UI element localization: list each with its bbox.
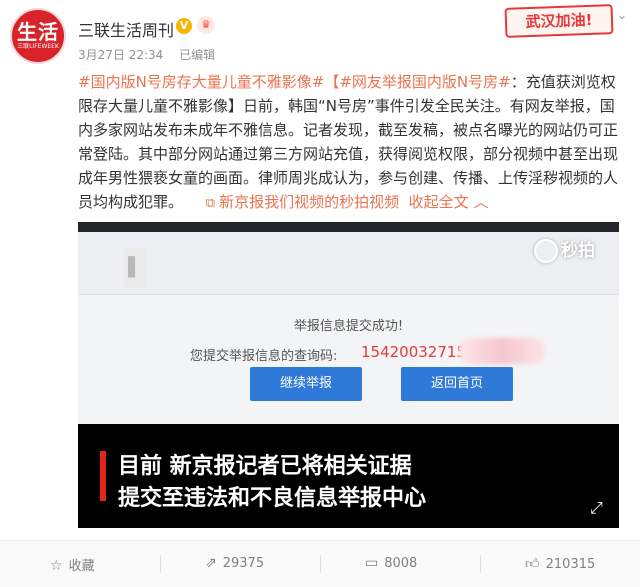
post-header: 生活 三联LIFEWEEK 三联生活周刊 V ♛ 3月27日 22:34 已编辑… xyxy=(0,0,640,72)
repost-button[interactable]: ⇗ 29375 xyxy=(205,555,264,571)
like-count: 210315 xyxy=(545,557,596,572)
video-link-icon: ⧉ xyxy=(205,196,216,211)
promo-tag: 武汉加油! xyxy=(504,4,614,38)
video-link-label: 新京报我们视频的秒拍视频 xyxy=(219,193,400,211)
hashtag-link-1[interactable]: #国内版N号房存大量儿童不雅影像# xyxy=(78,73,324,91)
divider xyxy=(160,555,161,573)
like-button[interactable]: 👍︎ 210315 xyxy=(525,555,595,572)
post-body: #国内版N号房存大量儿童不雅影像#【#网友举报国内版N号房#：充值获浏览权限存大… xyxy=(78,70,626,216)
comment-button[interactable]: ▭ 8008 xyxy=(365,555,417,571)
avatar[interactable]: 生活 三联LIFEWEEK xyxy=(10,8,66,64)
video-top-bar xyxy=(78,222,619,232)
miaopai-logo-icon xyxy=(534,239,558,263)
query-code-label: 您提交举报信息的查询码: xyxy=(190,349,338,364)
blur-mask xyxy=(458,338,546,364)
divider xyxy=(320,555,321,573)
hashtag-link-2[interactable]: 【#网友举报国内版N号房# xyxy=(324,73,510,91)
caption-line-2: 提交至违法和不良信息举报中心 xyxy=(118,486,427,511)
thumbs-up-icon: 👍︎ xyxy=(525,556,540,572)
caption-line-1: 目前 新京报记者已将相关证据 xyxy=(118,454,412,479)
site-logo-icon: ▌ xyxy=(124,248,146,288)
video-source-link[interactable]: ⧉ 新京报我们视频的秒拍视频 xyxy=(188,193,399,211)
collapse-label: 收起全文 xyxy=(408,193,469,211)
post-meta: 3月27日 22:34 已编辑 xyxy=(78,46,227,63)
verified-icon: V xyxy=(176,18,192,34)
return-home-button: 返回首页 xyxy=(401,367,513,401)
member-badge-icon: ♛ xyxy=(197,16,215,34)
avatar-logo-sub: 三联LIFEWEEK xyxy=(17,43,59,50)
video-player[interactable]: ▌ 秒拍 举报信息提交成功! 您提交举报信息的查询码: 15420032715C… xyxy=(78,222,619,528)
collapse-link[interactable]: 收起全文 ︿ xyxy=(404,193,489,211)
repost-count: 29375 xyxy=(222,556,265,571)
continue-report-button: 继续举报 xyxy=(250,367,362,401)
author-name[interactable]: 三联生活周刊 xyxy=(78,17,174,41)
caption-accent-bar xyxy=(100,451,106,501)
video-caption-area: 目前 新京报记者已将相关证据 提交至违法和不良信息举报中心 ⤢ xyxy=(78,424,619,528)
fullscreen-icon[interactable]: ⤢ xyxy=(590,498,603,518)
miaopai-watermark: 秒拍 xyxy=(534,236,595,263)
divider xyxy=(480,555,481,573)
favorite-label: 收藏 xyxy=(68,559,95,574)
post-body-text: ：充值获浏览权限存大量儿童不雅影像】日前，韩国“N号房”事件引发全民关注。有网友… xyxy=(78,73,619,211)
chevron-down-icon[interactable]: ⌄ xyxy=(617,8,631,22)
chevron-up-icon: ︿ xyxy=(473,193,489,211)
comment-count: 8008 xyxy=(384,556,418,571)
report-success-message: 举报信息提交成功! xyxy=(293,319,404,334)
favorite-button[interactable]: ☆ 收藏 xyxy=(50,555,95,574)
post-timestamp[interactable]: 3月27日 22:34 xyxy=(78,48,163,62)
comment-icon: ▭ xyxy=(365,555,379,571)
repost-icon: ⇗ xyxy=(205,555,217,571)
edited-label: 已编辑 xyxy=(179,48,216,62)
post-actions-bar: ☆ 收藏 ⇗ 29375 ▭ 8008 👍︎ 210315 xyxy=(0,540,640,587)
star-icon: ☆ xyxy=(50,558,63,574)
avatar-logo-text: 生活 xyxy=(17,20,59,44)
